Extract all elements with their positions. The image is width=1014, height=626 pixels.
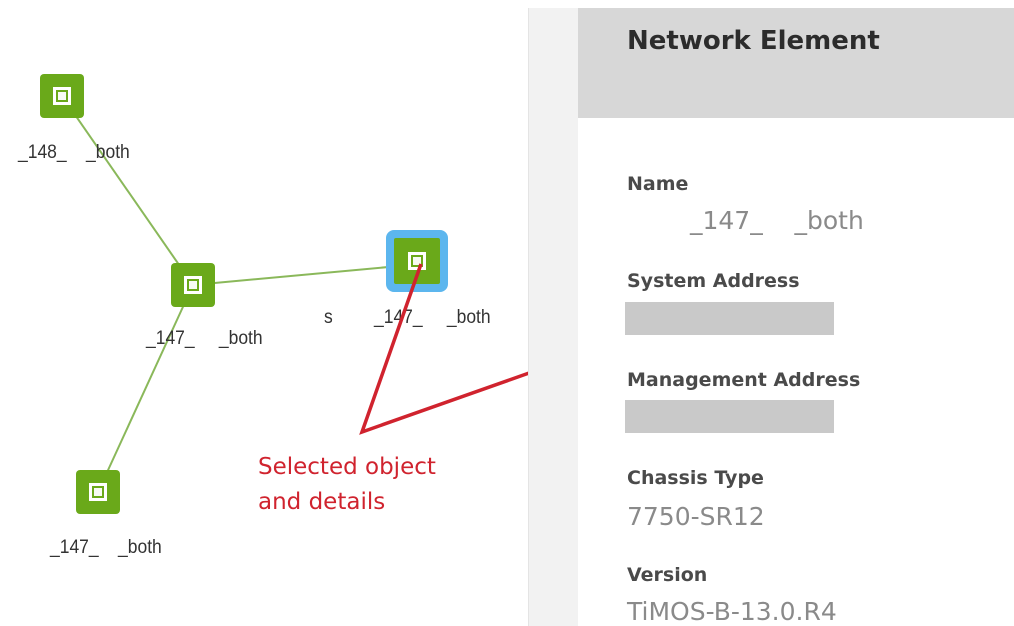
- network-element-icon: [408, 252, 426, 270]
- network-element-node[interactable]: [171, 263, 215, 307]
- node-label: _147_ _both: [146, 328, 263, 349]
- network-element-icon: [89, 483, 107, 501]
- management-address-label: Management Address: [627, 369, 861, 391]
- chassis-type-label: Chassis Type: [627, 467, 764, 489]
- annotation-line-2: and details: [258, 489, 386, 515]
- node-label: _148_ _both: [18, 142, 130, 163]
- version-label: Version: [627, 564, 708, 586]
- system-address-label: System Address: [627, 270, 800, 292]
- network-element-icon: [184, 276, 202, 294]
- network-element-icon: [53, 87, 71, 105]
- version-value: TiMOS-B-13.0.R4: [627, 597, 837, 626]
- chassis-type-value: 7750-SR12: [627, 502, 765, 531]
- link-148-147[interactable]: [61, 95, 194, 286]
- name-value: _147_ _both: [690, 206, 864, 235]
- node-label: _147_ _both: [374, 307, 491, 328]
- annotation-line-1: Selected object: [258, 454, 436, 480]
- network-element-node[interactable]: [40, 74, 84, 118]
- node-label-prefix: s: [324, 307, 333, 328]
- link-147-147b[interactable]: [97, 284, 194, 493]
- system-address-redacted: [625, 302, 834, 335]
- annotation-callout: Selected object and details: [258, 450, 488, 520]
- topology-canvas[interactable]: _148_ _both _147_ _both s _147_ _both _1…: [0, 0, 528, 626]
- panel-header: Network Element: [578, 8, 1014, 118]
- node-label: _147_ _both: [50, 537, 162, 558]
- details-panel: Network Element Name _147_ _both System …: [578, 8, 1014, 626]
- panel-splitter[interactable]: [528, 8, 579, 626]
- name-label: Name: [627, 173, 689, 195]
- management-address-redacted: [625, 400, 834, 433]
- panel-title: Network Element: [627, 26, 880, 56]
- network-element-node[interactable]: [76, 470, 120, 514]
- selected-network-element-node[interactable]: [386, 230, 448, 292]
- node-core: [394, 238, 440, 284]
